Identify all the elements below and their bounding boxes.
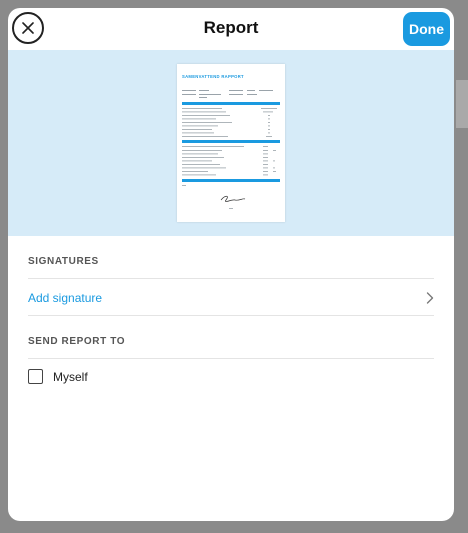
chevron-right-icon <box>426 292 434 304</box>
myself-checkbox[interactable] <box>28 369 43 384</box>
send-option-myself[interactable]: Myself <box>28 369 228 389</box>
page-title: Report <box>203 18 259 37</box>
document-content <box>182 90 280 209</box>
signatures-section-label: SIGNATURES <box>28 256 99 267</box>
header: Report Done <box>8 8 454 50</box>
add-signature-row[interactable]: Add signature <box>28 289 434 311</box>
report-sheet: Report Done SAMENVATTEND RAPPORT SIGNATU… <box>8 8 454 521</box>
divider <box>28 278 434 279</box>
myself-label: Myself <box>53 370 88 384</box>
send-report-section-label: SEND REPORT TO <box>28 336 126 347</box>
done-button[interactable]: Done <box>403 12 450 46</box>
document-thumbnail[interactable]: SAMENVATTEND RAPPORT <box>177 64 285 222</box>
divider <box>28 315 434 316</box>
add-signature-link[interactable]: Add signature <box>28 291 102 305</box>
report-preview: SAMENVATTEND RAPPORT <box>8 50 454 236</box>
divider <box>28 358 434 359</box>
backdrop-edge <box>456 80 468 128</box>
